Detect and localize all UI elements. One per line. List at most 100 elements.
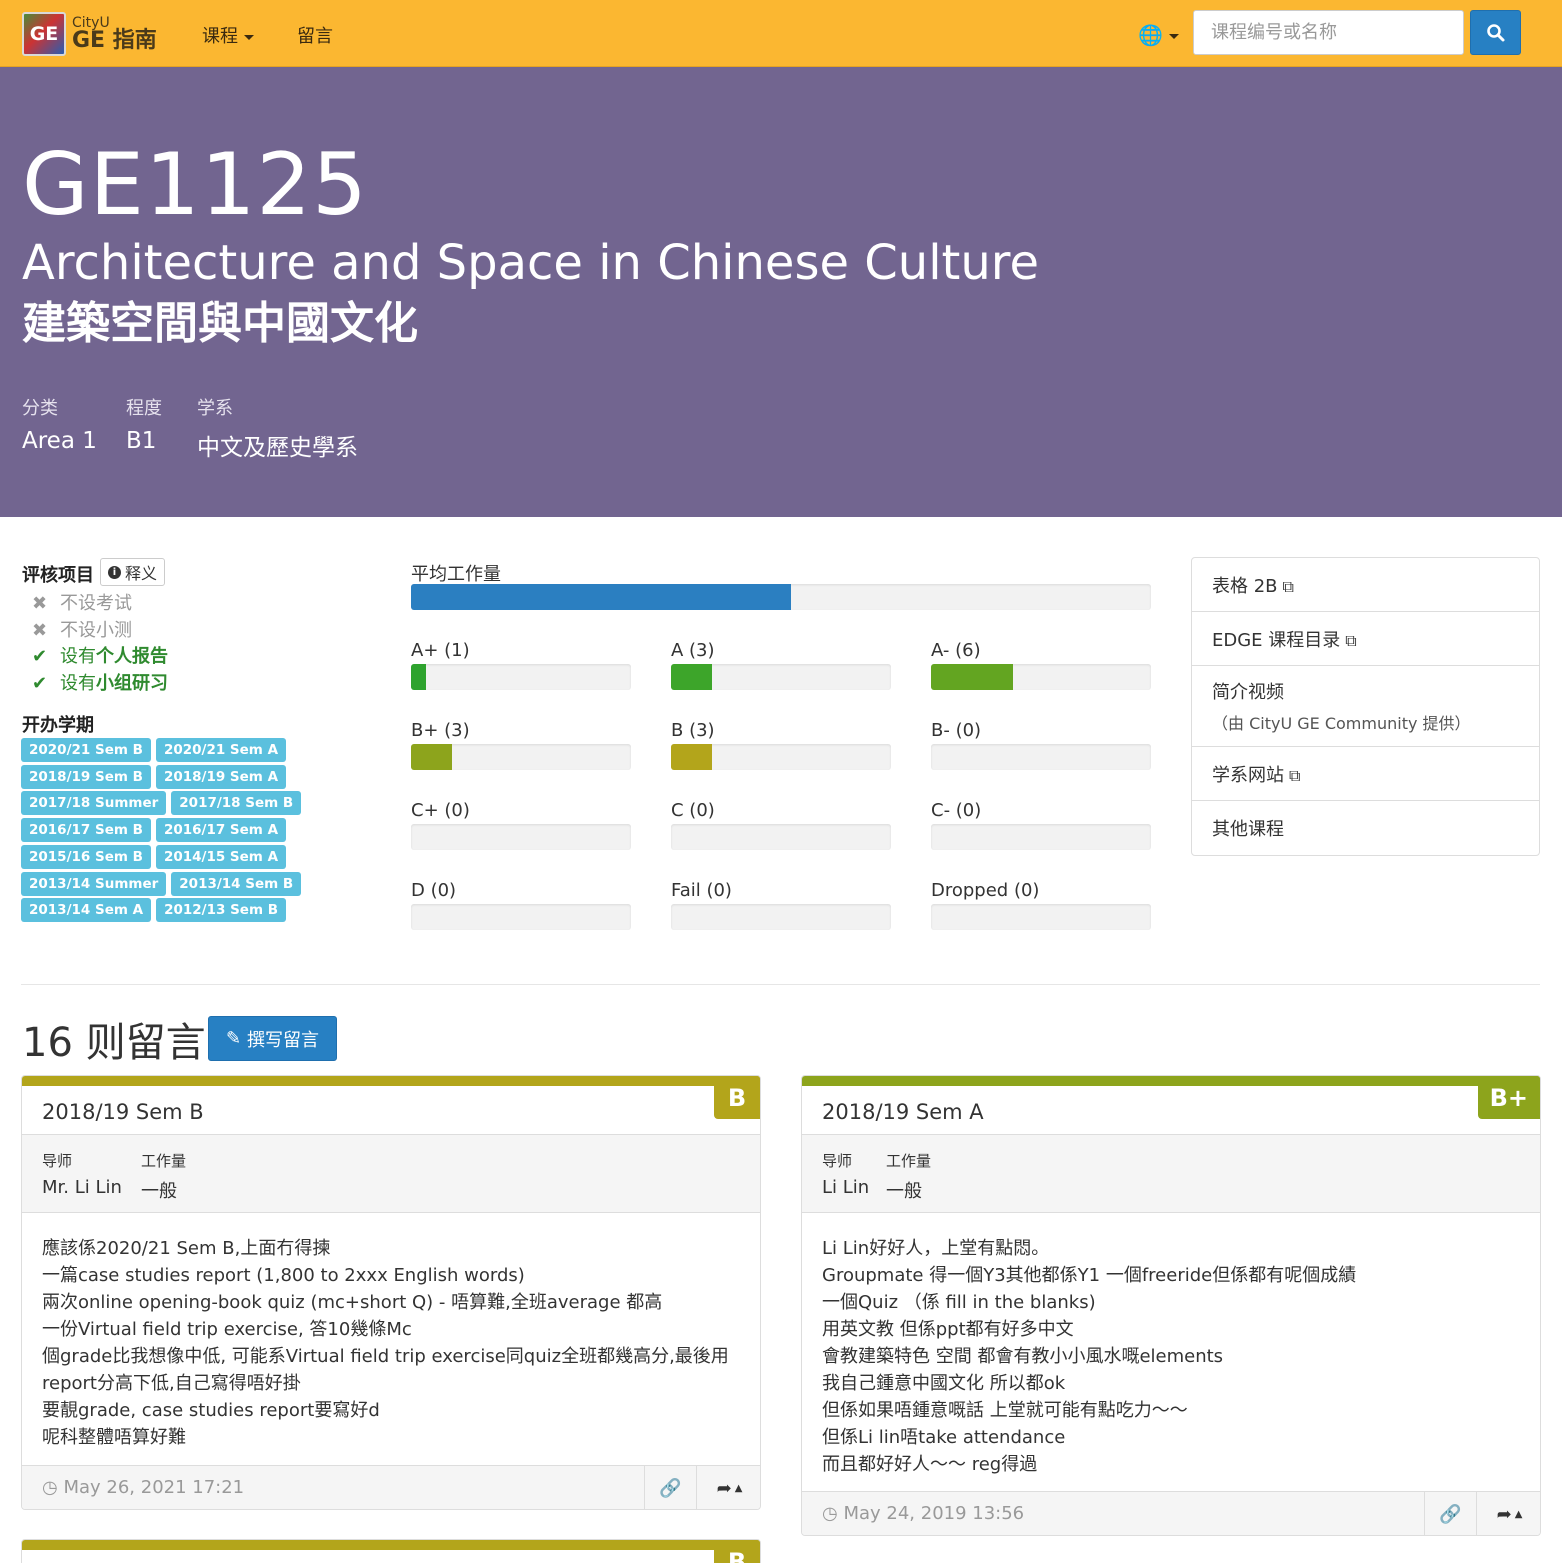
semester-tag[interactable]: 2013/14 Sem B [171,871,302,896]
explain-button[interactable]: i 释义 [100,558,166,586]
workload-bar [411,584,1151,610]
check-icon: ✔ [32,672,48,694]
explain-label: 释义 [125,564,158,583]
cross-icon: ✖ [32,593,48,614]
semester-tag[interactable]: 2017/18 Summer [21,791,167,816]
site-logo[interactable]: GE CityU GE 指南 [22,12,157,56]
grade-label: Fail (0) [671,880,732,901]
side-links-panel: 表格 2B ⧉ EDGE 课程目录 ⧉ 简介视频 （由 CityU GE Communit… [1191,557,1540,856]
grade-bar [931,824,1151,850]
comment-time: ◷ May 26, 2021 17:21 [42,1477,245,1498]
language-dropdown[interactable]: 🌐 [1138,23,1179,47]
semester-tag[interactable]: 2016/17 Sem B [21,818,151,843]
assessment-name: 考试 [96,593,132,614]
instructor-value: Li Lin [822,1177,870,1198]
nav-courses-dropdown[interactable]: 课程 [202,22,254,48]
course-header: GE1125 Architecture and Space in Chinese… [0,67,1562,517]
external-link-icon: ⧉ [1345,630,1357,650]
meta-category: 分类 Area 1 [22,398,97,454]
comment-line: 會教建築特色 空間 都會有教小小風水嘅elements [822,1346,1224,1367]
nav-comments-link[interactable]: 留言 [297,22,333,48]
side-link[interactable]: 表格 2B ⧉ [1192,558,1539,612]
side-link-label: EDGE 课程目录 [1212,629,1341,651]
external-link-icon: ⧉ [1289,765,1301,785]
grade-label: A (3) [671,640,715,661]
write-comment-button[interactable]: ✎ 撰写留言 [208,1016,337,1061]
grade-label: D (0) [411,880,457,901]
share-dropdown-button[interactable]: ➦ ▲ [696,1466,760,1509]
comment-info: 导师 Li Lin 工作量 一般 [802,1135,1540,1213]
side-link-label: 其他课程 [1212,819,1284,840]
course-search-input[interactable] [1193,10,1464,55]
grade-color-strip [802,1076,1540,1086]
assessment-prefix: 设有 [60,672,96,694]
side-link[interactable]: 其他课程 [1192,801,1539,855]
comment-line: Groupmate 得一個Y3其他都係Y1 一個freeride但係都有呢個成績 [822,1265,1357,1286]
grade-label: B+ (3) [411,720,470,741]
comment-line: 兩次online opening-book quiz (mc+short Q) … [42,1292,663,1313]
search-button[interactable] [1470,10,1521,55]
grade-bar [411,904,631,930]
workload-label: 工作量 [886,1152,932,1170]
comment-footer: ◷ May 24, 2019 13:56 🔗 ➦ ▲ [802,1491,1540,1535]
comment-line: 用英文教 但係ppt都有好多中文 [822,1319,1074,1340]
semester-tag[interactable]: 2016/17 Sem A [155,818,287,843]
comment-card: B [21,1539,761,1563]
comment-line: 一個Quiz （係 fill in the blanks) [822,1292,1096,1313]
permalink-button[interactable]: 🔗 [644,1466,696,1509]
grade-label: C- (0) [931,800,982,821]
side-link[interactable]: 简介视频 （由 CityU GE Community 提供） [1192,666,1539,747]
comments-count-title: 16 则留言 [22,1020,206,1066]
comment-line: Li Lin好好人，上堂有點悶。 [822,1238,1050,1259]
side-link-label: 学系网站 [1212,764,1284,786]
grade-label: B (3) [671,720,715,741]
side-link-label: 简介视频 [1212,682,1284,703]
semester-tag[interactable]: 2013/14 Summer [21,871,167,896]
grade-bar [411,744,631,770]
clock-icon: ◷ [42,1477,58,1498]
semester-tag[interactable]: 2018/19 Sem A [155,764,287,789]
info-icon: i [108,565,121,579]
grade-color-strip [22,1540,760,1550]
semester-tag[interactable]: 2020/21 Sem A [155,738,287,762]
workload-value: 一般 [141,1181,177,1202]
grade-bar-fill [671,744,712,770]
share-dropdown-button[interactable]: ➦ ▲ [1476,1492,1540,1535]
workload-label: 工作量 [141,1152,187,1170]
grade-bar [671,904,891,930]
assessment-prefix: 设有 [60,646,96,667]
grade-bar [671,664,891,690]
semester-tag[interactable]: 2018/19 Sem B [21,764,151,789]
comment-semester: 2018/19 Sem A [822,1100,984,1124]
link-icon: 🔗 [1439,1503,1462,1525]
side-link[interactable]: EDGE 课程目录 ⧉ [1192,612,1539,666]
semester-tag[interactable]: 2015/16 Sem B [21,844,151,869]
grade-badge: B+ [1477,1076,1540,1119]
semester-tag[interactable]: 2012/13 Sem B [156,898,287,923]
share-icon: ➦ [1496,1503,1512,1525]
side-link-subtitle: （由 CityU GE Community 提供） [1212,714,1471,733]
semester-tag[interactable]: 2013/14 Sem A [21,898,152,923]
logo-ge-badge: GE [22,12,66,56]
semester-tag[interactable]: 2017/18 Sem B [171,791,302,816]
permalink-button[interactable]: 🔗 [1424,1492,1476,1535]
course-title-en: Architecture and Space in Chinese Cultur… [22,235,1039,291]
grade-badge: B [714,1076,760,1119]
grade-label: C (0) [671,800,715,821]
workload-label: 平均工作量 [411,564,501,585]
comment-semester: 2018/19 Sem B [42,1100,204,1124]
grade-color-strip [22,1076,760,1086]
assessment-item: ✔ 设有小组研习 [32,669,168,695]
grade-label: Dropped (0) [931,880,1040,901]
semester-tag[interactable]: 2014/15 Sem A [155,844,287,869]
semester-tag[interactable]: 2020/21 Sem B [21,738,151,762]
comment-card: 2018/19 Sem B B 导师 Mr. Li Lin 工作量 一般 應該係… [21,1075,761,1510]
instructor-label: 导师 [42,1152,73,1170]
grade-label: B- (0) [931,720,982,741]
grade-bar [671,824,891,850]
link-icon: 🔗 [659,1477,682,1499]
grade-bar [411,824,631,850]
grade-bar [931,744,1151,770]
side-link[interactable]: 学系网站 ⧉ [1192,747,1539,801]
meta-level: 程度 B1 [126,398,162,454]
